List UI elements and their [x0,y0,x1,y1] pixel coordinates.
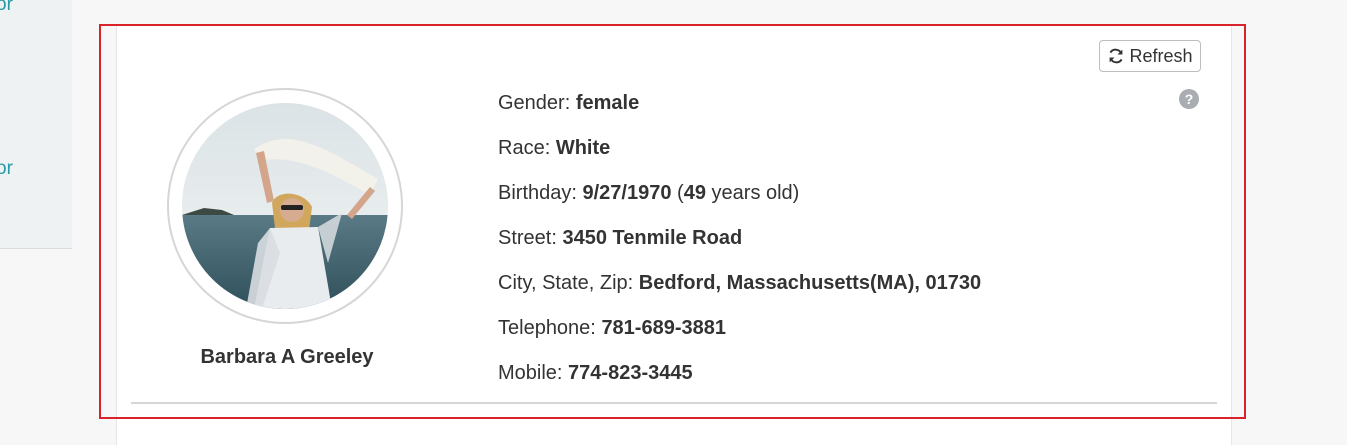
refresh-button[interactable]: Refresh [1099,40,1201,72]
birthday-row: Birthday: 9/27/1970 (49 years old) [498,179,981,224]
gender-row: Gender: female [498,89,981,134]
profile-card: Refresh ? Barbara A Greeley Gender: fema… [116,24,1232,445]
race-value: White [555,137,611,159]
street-row: Street: 3450 Tenmile Road [498,224,981,269]
avatar-photo [182,103,388,309]
street-label: Street: [498,227,557,249]
telephone-value: 781-689-3881 [601,317,726,339]
refresh-label: Refresh [1129,45,1193,66]
divider [131,402,1217,404]
telephone-label: Telephone: [498,317,596,339]
street-value: 3450 Tenmile Road [562,227,743,249]
help-icon[interactable]: ? [1179,89,1199,109]
age-suffix: years old) [711,182,800,204]
birthday-value: 9/27/1970 [582,182,672,204]
age-value: 49 [683,182,706,204]
city-row: City, State, Zip: Bedford, Massachusetts… [498,269,981,314]
mobile-label: Mobile: [498,362,563,384]
race-row: Race: White [498,134,981,179]
left-sidebar: or or [0,0,72,249]
age-open: ( [677,182,684,204]
city-label: City, State, Zip: [498,272,634,294]
race-label: Race: [498,137,551,159]
sidebar-link[interactable]: or [0,0,13,16]
mobile-row: Mobile: 774-823-3445 [498,359,981,404]
gender-label: Gender: [498,92,571,114]
gender-value: female [575,92,640,114]
sidebar-link[interactable]: or [0,158,13,180]
profile-details: Gender: female Race: White Birthday: 9/2… [498,89,981,404]
city-value: Bedford, Massachusetts(MA), 01730 [638,272,982,294]
birthday-label: Birthday: [498,182,577,204]
refresh-icon [1110,48,1123,64]
telephone-row: Telephone: 781-689-3881 [498,314,981,359]
person-name: Barbara A Greeley [200,346,374,368]
avatar [167,88,403,324]
mobile-value: 774-823-3445 [568,362,693,384]
